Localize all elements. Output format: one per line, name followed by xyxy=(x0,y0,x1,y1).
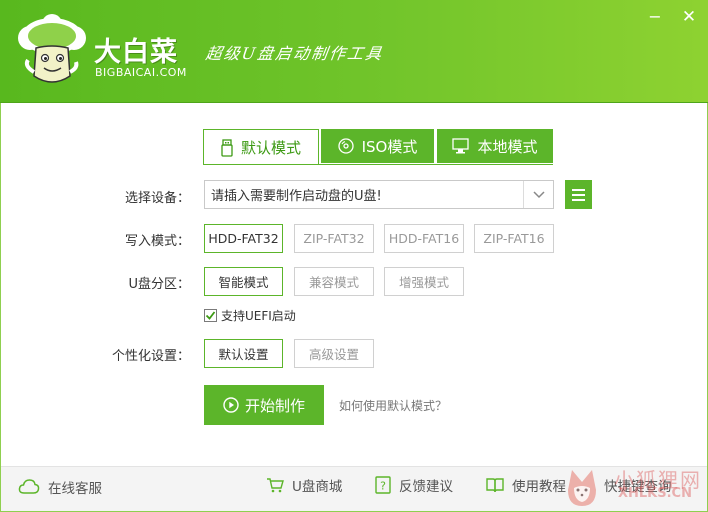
device-label: 选择设备： xyxy=(124,191,190,206)
write-mode-hdd-fat16[interactable]: HDD-FAT16 xyxy=(384,224,464,253)
monitor-icon xyxy=(452,138,470,154)
tab-iso-mode[interactable]: ISO模式 xyxy=(321,129,434,163)
app-slogan: 超级U盘启动制作工具 xyxy=(204,44,385,63)
footer-tutorial[interactable]: 使用教程 xyxy=(486,475,566,495)
usb-icon xyxy=(221,138,233,157)
footer-feedback[interactable]: ? 反馈建议 xyxy=(375,475,453,495)
close-button[interactable]: ✕ xyxy=(680,8,698,26)
footer-online-service-label: 在线客服 xyxy=(48,481,102,497)
start-button-label: 开始制作 xyxy=(244,396,305,415)
tab-local-mode-label: 本地模式 xyxy=(477,137,538,156)
app-logo-text: 大白菜 xyxy=(94,37,178,68)
write-mode-zip-fat16[interactable]: ZIP-FAT16 xyxy=(474,224,554,253)
partition-label: U盘分区： xyxy=(128,277,190,292)
footer-tutorial-label: 使用教程 xyxy=(512,479,566,495)
tab-default-mode-label: 默认模式 xyxy=(240,139,301,157)
footer-feedback-label: 反馈建议 xyxy=(399,479,453,495)
uefi-checkbox[interactable] xyxy=(204,309,217,322)
partition-compat-mode[interactable]: 兼容模式 xyxy=(294,267,374,296)
play-icon xyxy=(223,397,239,413)
tab-local-mode[interactable]: 本地模式 xyxy=(437,129,553,163)
personalize-advanced-button[interactable]: 高级设置 xyxy=(294,339,374,368)
device-select-value: 请插入需要制作启动盘的U盘! xyxy=(211,189,382,204)
write-mode-label: 写入模式： xyxy=(124,234,190,249)
uefi-option[interactable]: 支持UEFI启动 xyxy=(204,307,296,324)
help-link[interactable]: 如何使用默认模式？ xyxy=(339,397,447,414)
device-select[interactable]: 请插入需要制作启动盘的U盘! xyxy=(204,180,554,209)
cloud-chat-icon xyxy=(18,479,40,494)
tab-divider xyxy=(203,164,553,165)
footer-usb-shop-label: U盘商城 xyxy=(292,479,343,495)
personalize-label: 个性化设置： xyxy=(111,349,190,364)
dropdown-arrow-icon[interactable] xyxy=(523,181,553,208)
footer-usb-shop[interactable]: U盘商城 xyxy=(266,475,342,495)
menu-line xyxy=(572,188,585,191)
checkmark-icon xyxy=(205,311,216,320)
menu-line xyxy=(572,193,585,196)
uefi-checkbox-label: 支持UEFI启动 xyxy=(221,309,296,323)
menu-line xyxy=(572,198,585,201)
watermark-domain: XHLKS.CN xyxy=(618,486,692,501)
cart-icon xyxy=(267,478,284,493)
app-logo-domain: BIGBAICAI.COM xyxy=(95,66,187,79)
write-mode-hdd-fat32[interactable]: HDD-FAT32 xyxy=(204,224,283,253)
book-icon xyxy=(486,478,504,493)
tab-default-mode[interactable]: 默认模式 xyxy=(203,129,319,165)
partition-enhanced-mode[interactable]: 增强模式 xyxy=(384,267,464,296)
start-button[interactable]: 开始制作 xyxy=(204,385,324,425)
write-mode-zip-fat32[interactable]: ZIP-FAT32 xyxy=(294,224,374,253)
disc-icon xyxy=(337,138,354,154)
svg-text:?: ? xyxy=(380,480,386,493)
feedback-icon: ? xyxy=(375,476,391,494)
hamburger-menu-button[interactable] xyxy=(565,180,592,209)
tab-iso-mode-label: ISO模式 xyxy=(361,137,418,156)
app-header: 大白菜 BIGBAICAI.COM 超级U盘启动制作工具 − ✕ xyxy=(0,0,708,103)
footer-online-service[interactable]: 在线客服 xyxy=(18,477,102,497)
partition-smart-mode[interactable]: 智能模式 xyxy=(204,267,283,296)
personalize-default-button[interactable]: 默认设置 xyxy=(204,339,283,368)
cabbage-mascot-icon xyxy=(18,14,86,83)
minimize-button[interactable]: − xyxy=(646,8,664,26)
